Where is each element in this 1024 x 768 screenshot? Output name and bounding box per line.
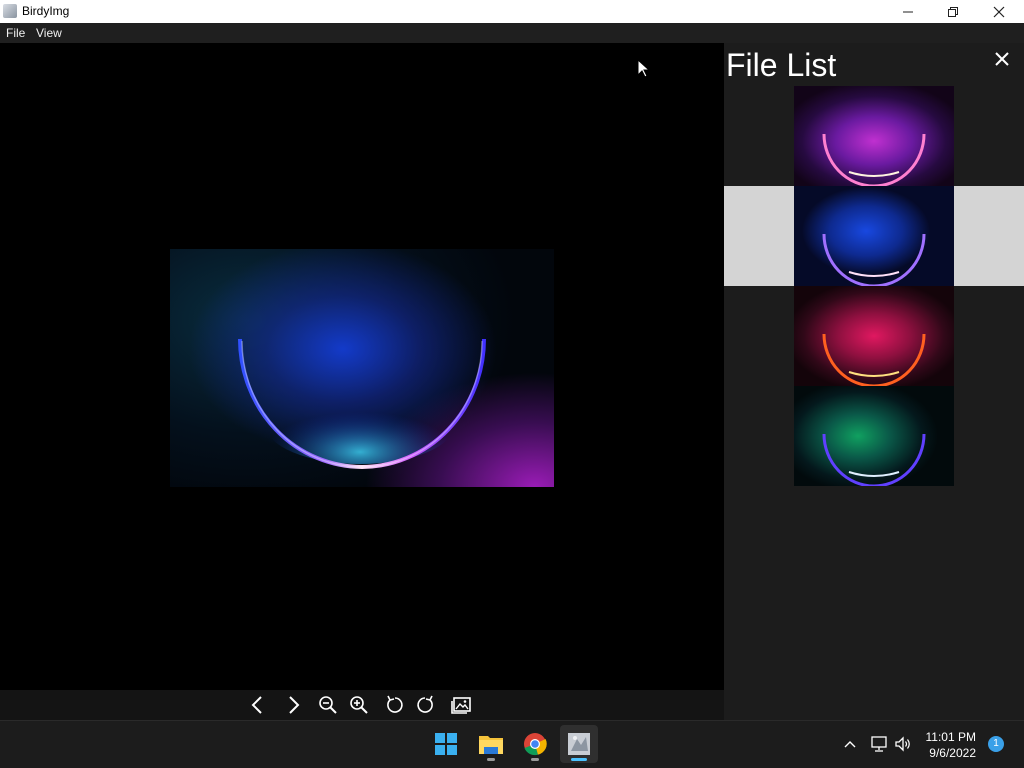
taskbar-file-explorer[interactable] — [472, 725, 510, 763]
menu-bar: File View — [0, 23, 1024, 43]
thumbnail-bloom-green — [794, 386, 954, 486]
restore-button[interactable] — [930, 0, 976, 23]
file-list-item-selected[interactable] — [724, 186, 1024, 286]
chevron-up-icon — [844, 741, 856, 748]
zoom-out-icon — [319, 696, 337, 714]
windows-logo-icon — [435, 733, 457, 755]
file-list-item[interactable] — [724, 286, 1024, 386]
next-button[interactable] — [282, 694, 304, 716]
thumbnail-bloom-blue — [794, 186, 954, 286]
chevron-left-icon — [251, 696, 262, 714]
network-button[interactable] — [869, 735, 889, 758]
close-icon — [993, 6, 1005, 18]
gallery-button[interactable] — [450, 694, 472, 716]
previous-button[interactable] — [247, 694, 269, 716]
image-viewer[interactable] — [0, 43, 724, 690]
network-icon — [871, 736, 887, 752]
taskbar-birdyimg[interactable] — [560, 725, 598, 763]
file-list-item[interactable] — [724, 86, 1024, 186]
app-icon — [3, 4, 17, 18]
menu-view[interactable]: View — [36, 26, 62, 40]
rotate-right-icon — [417, 695, 433, 713]
window-title: BirdyImg — [22, 4, 70, 18]
title-bar: BirdyImg — [0, 0, 1024, 23]
thumbnail-bloom-red — [794, 286, 954, 386]
close-icon — [995, 52, 1009, 66]
zoom-out-button[interactable] — [317, 694, 339, 716]
taskbar-chrome[interactable] — [516, 725, 554, 763]
taskbar: 11:01 PM 9/6/2022 — [0, 720, 1024, 768]
start-button[interactable] — [427, 725, 465, 763]
zoom-in-button[interactable] — [348, 694, 370, 716]
viewer-toolbar — [0, 690, 724, 720]
file-list-panel: File List — [724, 43, 1024, 720]
zoom-in-icon — [350, 696, 368, 714]
file-list-title: File List — [726, 47, 837, 83]
rotate-right-button[interactable] — [414, 694, 436, 716]
chevron-right-icon — [289, 696, 300, 714]
close-window-button[interactable] — [976, 0, 1022, 23]
minimize-icon — [903, 11, 913, 13]
clock-time[interactable]: 11:01 PM — [896, 730, 976, 744]
mouse-cursor-icon — [637, 58, 651, 84]
close-panel-button[interactable] — [990, 47, 1014, 71]
show-hidden-icons-button[interactable] — [842, 737, 858, 756]
displayed-image — [170, 249, 554, 487]
notification-badge[interactable]: 1 — [988, 736, 1004, 752]
thumbnail-bloom-purple — [794, 86, 954, 186]
gallery-icon — [451, 697, 471, 714]
clock-date[interactable]: 9/6/2022 — [896, 746, 976, 760]
file-list-item[interactable] — [724, 386, 1024, 486]
menu-file[interactable]: File — [6, 26, 25, 40]
minimize-button[interactable] — [885, 0, 931, 23]
restore-icon — [948, 7, 958, 17]
rotate-left-button[interactable] — [384, 694, 406, 716]
rotate-left-icon — [387, 695, 403, 713]
